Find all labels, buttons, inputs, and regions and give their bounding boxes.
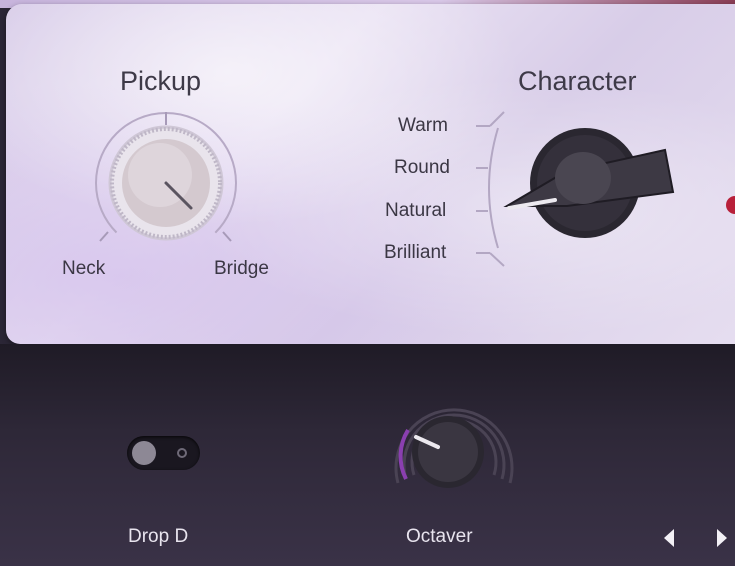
drop-d-toggle-knob: [132, 441, 156, 465]
character-knob-cap: [555, 152, 611, 204]
drop-d-label: Drop D: [128, 526, 189, 547]
bottom-control-panel: [0, 344, 735, 566]
character-option-warm[interactable]: Warm: [398, 115, 448, 137]
pickup-title: Pickup: [120, 66, 202, 96]
character-title: Character: [518, 66, 637, 96]
octaver-label: Octaver: [406, 526, 473, 547]
octaver-knob[interactable]: [390, 395, 520, 505]
character-option-natural[interactable]: Natural: [385, 200, 446, 222]
pickup-tick-neck: [99, 231, 109, 242]
pickup-knob[interactable]: [86, 111, 246, 275]
pickup-neck-label: Neck: [62, 258, 106, 279]
chevron-left-icon[interactable]: [664, 529, 674, 547]
pickup-tick-bridge: [222, 231, 232, 242]
octaver-knob-cap: [418, 422, 478, 482]
drop-d-toggle[interactable]: [127, 436, 200, 470]
character-option-round[interactable]: Round: [394, 157, 450, 179]
chevron-right-icon[interactable]: [717, 529, 727, 547]
drop-d-off-indicator: [177, 448, 187, 458]
character-option-brilliant[interactable]: Brilliant: [384, 242, 446, 264]
pickup-bridge-label: Bridge: [214, 258, 269, 279]
character-selector-knob[interactable]: [503, 128, 685, 258]
